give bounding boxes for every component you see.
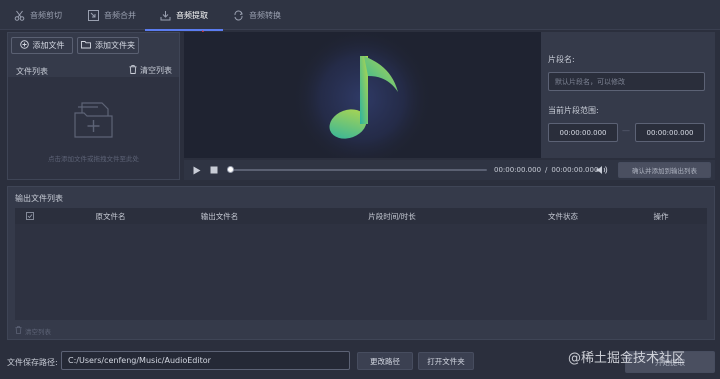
col-source-name: 原文件名: [95, 211, 126, 221]
file-drop-area[interactable]: 点击添加文件或拖拽文件至此处: [8, 77, 179, 179]
col-file-status: 文件状态: [548, 211, 578, 221]
file-panel: 添加文件 添加文件夹 文件列表 清空列表 点击添加文件或拖拽文件至此处: [7, 32, 180, 180]
output-panel: 输出文件列表 原文件名 输出文件名 片段时间/时长 文件状态 操作 清空列表: [7, 186, 715, 340]
clear-output-list-button[interactable]: 清空列表: [15, 326, 51, 336]
trash-icon: [129, 65, 137, 76]
col-output-name: 输出文件名: [200, 211, 239, 221]
audio-preview: [184, 32, 541, 158]
segment-name-input[interactable]: 默认片段名，可以修改: [548, 72, 705, 91]
play-icon[interactable]: [193, 166, 201, 177]
clear-output-list-label: 清空列表: [25, 328, 51, 336]
segment-end-input[interactable]: 00:00:00.000: [635, 123, 705, 142]
tab-audio-convert-label: 音频转换: [249, 10, 281, 20]
segment-start-input[interactable]: 00:00:00.000: [548, 123, 618, 142]
change-path-button[interactable]: 更改路径: [357, 352, 413, 370]
music-note-icon: [324, 48, 404, 150]
col-segment-time: 片段时间/时长: [368, 211, 416, 221]
save-path-label: 文件保存路径:: [7, 358, 58, 367]
player-controls: 00:00:00.000 / 00:00:00.000 确认并添加到输出列表: [184, 160, 715, 180]
trash-icon: [15, 326, 22, 336]
time-display: 00:00:00.000 / 00:00:00.000: [494, 166, 598, 174]
bottom-bar: 文件保存路径: C:/Users/cenfeng/Music/AudioEdit…: [0, 345, 720, 379]
tab-audio-extract[interactable]: 音频提取: [145, 0, 223, 31]
add-files-icon: [72, 99, 116, 141]
add-file-button[interactable]: 添加文件: [11, 37, 73, 54]
col-actions: 操作: [653, 211, 669, 221]
plus-circle-icon: [19, 40, 29, 51]
add-file-label: 添加文件: [32, 41, 65, 50]
add-folder-label: 添加文件夹: [95, 41, 135, 50]
progress-track[interactable]: [227, 166, 487, 173]
file-list-title: 文件列表: [16, 67, 48, 76]
scissors-icon: [14, 10, 25, 21]
tab-audio-cut-label: 音频剪切: [30, 10, 62, 20]
progress-handle[interactable]: [227, 166, 234, 173]
add-folder-button[interactable]: 添加文件夹: [77, 37, 139, 54]
tab-bar: 音频剪切 音频合并 音频提取 音频转换: [0, 0, 720, 31]
clear-file-list-label: 清空列表: [140, 66, 172, 75]
segment-name-label: 片段名:: [548, 55, 575, 64]
stop-icon[interactable]: [210, 166, 218, 176]
convert-icon: [233, 10, 244, 21]
output-table-header: 原文件名 输出文件名 片段时间/时长 文件状态 操作: [15, 208, 707, 224]
select-all-checkbox[interactable]: [26, 212, 34, 222]
tab-audio-extract-label: 音频提取: [176, 10, 208, 20]
range-dash: —: [622, 126, 630, 135]
folder-icon: [81, 40, 91, 51]
tab-audio-convert[interactable]: 音频转换: [233, 0, 281, 30]
extract-icon: [160, 10, 171, 21]
confirm-add-output-button[interactable]: 确认并添加到输出列表: [618, 162, 711, 178]
tab-audio-merge-label: 音频合并: [104, 10, 136, 20]
segment-panel: 片段名: 默认片段名，可以修改 当前片段范围: 00:00:00.000 — 0…: [541, 32, 715, 158]
watermark: @稀土掘金技术社区: [568, 351, 686, 366]
current-time: 00:00:00.000: [494, 166, 542, 174]
output-table-body: [15, 224, 707, 320]
save-path-input[interactable]: C:/Users/cenfeng/Music/AudioEditor: [61, 351, 350, 370]
segment-range-label: 当前片段范围:: [548, 106, 599, 115]
output-list-title: 输出文件列表: [15, 194, 63, 203]
tab-audio-cut[interactable]: 音频剪切: [14, 0, 62, 30]
merge-icon: [88, 9, 99, 21]
total-time: 00:00:00.000: [551, 166, 599, 174]
open-folder-button[interactable]: 打开文件夹: [418, 352, 474, 370]
tab-audio-merge[interactable]: 音频合并: [88, 0, 136, 30]
file-drop-hint: 点击添加文件或拖拽文件至此处: [48, 155, 139, 163]
clear-file-list-button[interactable]: 清空列表: [129, 65, 172, 76]
volume-icon[interactable]: [596, 165, 608, 177]
time-separator: /: [545, 166, 548, 174]
